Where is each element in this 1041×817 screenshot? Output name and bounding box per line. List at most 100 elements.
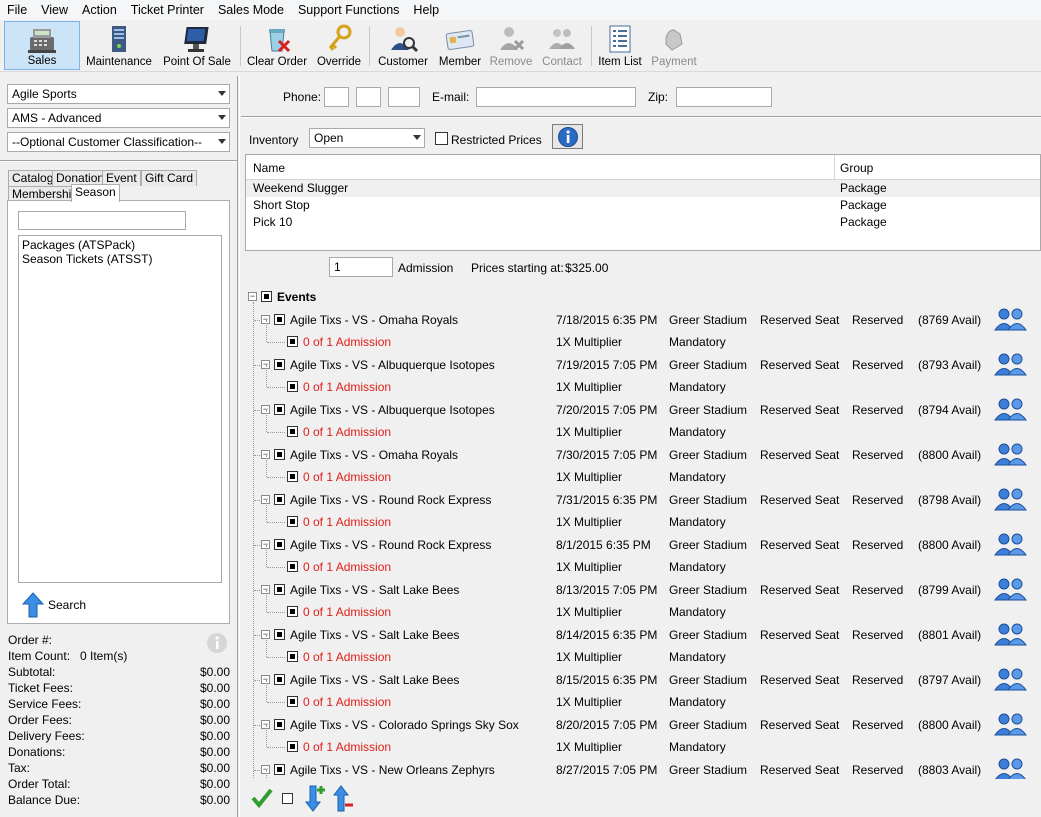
event-checkbox[interactable] [274,584,285,595]
search-button[interactable]: Search [22,592,86,618]
event-checkbox[interactable] [274,314,285,325]
event-row[interactable]: − Agile Tixs - VS - Omaha Royals 7/30/2015… [245,442,1041,466]
event-checkbox[interactable] [274,764,285,775]
admission-checkbox[interactable] [287,381,298,392]
event-row[interactable]: − Agile Tixs - VS - Albuquerque Isotopes 7… [245,352,1041,376]
sales-button[interactable]: Sales [4,21,80,70]
info-button[interactable] [552,124,583,149]
admission-checkbox[interactable] [287,471,298,482]
event-checkbox[interactable] [274,404,285,415]
collapse-all-icon[interactable] [329,784,355,812]
phone-line-input[interactable] [388,87,420,107]
event-checkbox[interactable] [274,629,285,640]
menu-help[interactable]: Help [406,0,446,20]
item-list-button[interactable]: Item List [596,21,644,70]
event-row[interactable]: − Agile Tixs - VS - Round Rock Express 7/3… [245,487,1041,511]
seating-people-icon[interactable] [993,442,1029,466]
events-checkbox[interactable] [261,291,272,302]
admission-row[interactable]: 0 of 1 Admission 1X Multiplier Mandatory [245,725,1041,758]
seating-people-icon[interactable] [993,577,1029,601]
phone-prefix-input[interactable] [356,87,381,107]
uncheck-all-checkbox[interactable] [282,793,293,804]
table-row[interactable]: Short Stop Package [246,197,1040,214]
seating-people-icon[interactable] [993,532,1029,556]
event-checkbox[interactable] [274,539,285,550]
admission-row[interactable]: 0 of 1 Admission 1X Multiplier Mandatory [245,500,1041,533]
menu-action[interactable]: Action [75,0,124,20]
event-checkbox[interactable] [274,674,285,685]
seating-people-icon[interactable] [993,487,1029,511]
tab-season[interactable]: Season [71,184,120,202]
menu-sales-mode[interactable]: Sales Mode [211,0,291,20]
event-checkbox[interactable] [274,719,285,730]
admission-row[interactable]: 0 of 1 Admission 1X Multiplier Mandatory [245,590,1041,623]
restricted-prices-checkbox[interactable] [435,132,448,145]
menu-ticket-printer[interactable]: Ticket Printer [124,0,211,20]
inventory-select[interactable]: Open [309,128,425,148]
admission-row[interactable]: 0 of 1 Admission 1X Multiplier Mandatory [245,680,1041,713]
seating-people-icon[interactable] [993,622,1029,646]
catalog-search-input[interactable] [18,211,186,230]
seating-people-icon[interactable] [993,352,1029,376]
mode-select[interactable]: AMS - Advanced [7,108,230,128]
clear-order-button[interactable]: Clear Order [244,21,310,70]
override-button[interactable]: Override [313,21,365,70]
event-row[interactable]: − Agile Tixs - VS - Salt Lake Bees 8/13/20… [245,577,1041,601]
menu-file[interactable]: File [0,0,34,20]
seating-people-icon[interactable] [993,397,1029,421]
customer-button[interactable]: Customer [374,21,432,70]
remove-button[interactable]: Remove [488,21,534,70]
list-item[interactable]: Season Tickets (ATSST) [22,252,218,266]
list-item[interactable]: Packages (ATSPack) [22,238,218,252]
phone-area-input[interactable] [324,87,349,107]
event-row[interactable]: − Agile Tixs - VS - Round Rock Express 8/1… [245,532,1041,556]
event-checkbox[interactable] [274,449,285,460]
seating-people-icon[interactable] [993,307,1029,331]
customer-classification-select[interactable]: --Optional Customer Classification-- [7,132,230,152]
point-of-sale-button[interactable]: Point Of Sale [158,21,236,70]
admission-checkbox[interactable] [287,696,298,707]
event-checkbox[interactable] [274,359,285,370]
event-row[interactable]: − Agile Tixs - VS - Salt Lake Bees 8/15/20… [245,667,1041,691]
panel-divider[interactable] [237,76,240,817]
collapse-icon[interactable]: − [248,292,257,301]
zip-input[interactable] [676,87,772,107]
tab-catalog[interactable]: Catalog [8,170,58,186]
admission-quantity-input[interactable]: 1 [329,257,393,277]
admission-row[interactable]: 0 of 1 Admission 1X Multiplier Mandatory [245,410,1041,443]
table-row[interactable]: Pick 10 Package [246,214,1040,231]
column-header-name[interactable]: Name [253,161,285,175]
admission-row[interactable]: 0 of 1 Admission 1X Multiplier Mandatory [245,455,1041,488]
event-row[interactable]: − Agile Tixs - VS - Omaha Royals 7/18/2015… [245,307,1041,331]
table-row[interactable]: Weekend Slugger Package [246,180,1040,197]
admission-checkbox[interactable] [287,336,298,347]
event-row[interactable]: − Agile Tixs - VS - Colorado Springs Sky … [245,712,1041,736]
tab-gift-card[interactable]: Gift Card [141,170,198,186]
email-input[interactable] [476,87,636,107]
admission-row[interactable]: 0 of 1 Admission 1X Multiplier Mandatory [245,545,1041,578]
payment-button[interactable]: Payment [648,21,700,70]
admission-checkbox[interactable] [287,561,298,572]
contact-button[interactable]: Contact [538,21,586,70]
admission-row[interactable]: 0 of 1 Admission 1X Multiplier Mandatory [245,320,1041,353]
event-row[interactable]: − Agile Tixs - VS - New Orleans Zephyrs 8/… [245,757,1041,779]
event-row[interactable]: − Agile Tixs - VS - Salt Lake Bees 8/14/20… [245,622,1041,646]
admission-checkbox[interactable] [287,651,298,662]
check-all-icon[interactable] [251,787,273,809]
menu-view[interactable]: View [34,0,75,20]
seating-people-icon[interactable] [993,712,1029,736]
admission-row[interactable]: 0 of 1 Admission 1X Multiplier Mandatory [245,365,1041,398]
column-header-group[interactable]: Group [840,161,873,175]
seating-people-icon[interactable] [993,667,1029,691]
event-checkbox[interactable] [274,494,285,505]
expand-all-icon[interactable] [301,784,327,812]
event-row[interactable]: − Agile Tixs - VS - Albuquerque Isotopes 7… [245,397,1041,421]
seating-people-icon[interactable] [993,757,1029,779]
menu-support-functions[interactable]: Support Functions [291,0,406,20]
member-button[interactable]: Member [434,21,486,70]
admission-checkbox[interactable] [287,741,298,752]
organization-select[interactable]: Agile Sports [7,84,230,104]
admission-checkbox[interactable] [287,606,298,617]
admission-checkbox[interactable] [287,516,298,527]
maintenance-button[interactable]: Maintenance [83,21,155,70]
